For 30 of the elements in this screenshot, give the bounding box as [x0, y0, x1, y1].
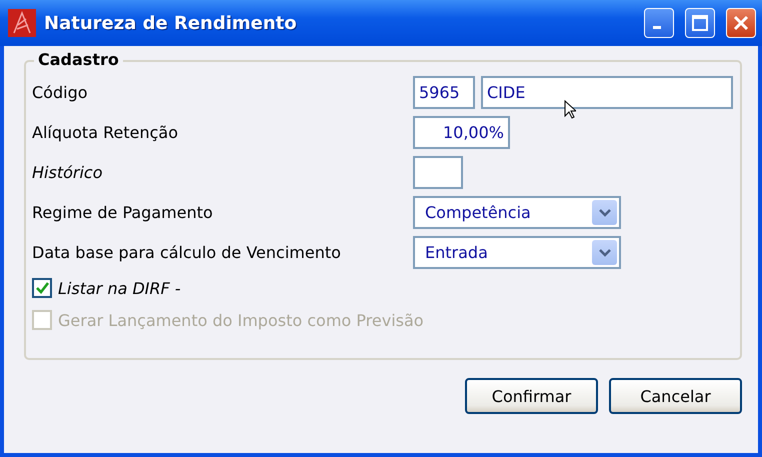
app-icon — [8, 9, 36, 37]
field-label: Histórico — [32, 163, 104, 182]
checkbox[interactable] — [32, 278, 52, 298]
mouse-cursor-icon — [564, 100, 576, 119]
history-field[interactable] — [413, 156, 463, 189]
close-icon — [733, 15, 749, 31]
rate-field[interactable]: 10,00% — [413, 116, 510, 149]
name-field[interactable]: CIDE — [481, 76, 733, 109]
field-label: Regime de Pagamento — [32, 203, 214, 222]
checkbox-label: Gerar Lançamento do Imposto como Previsão — [58, 310, 424, 330]
close-button[interactable] — [726, 8, 756, 38]
minimize-button[interactable] — [644, 8, 674, 38]
confirm-button[interactable]: Confirmar — [465, 378, 598, 414]
maximize-icon — [692, 15, 708, 31]
field-label: Data base para cálculo de Vencimento — [32, 243, 342, 262]
minimize-icon — [653, 26, 661, 29]
code-field[interactable]: 5965 — [413, 76, 475, 109]
dropdown-button[interactable] — [592, 240, 617, 265]
field-label: Código — [32, 83, 89, 102]
dropdown-button[interactable] — [592, 200, 617, 225]
chevron-down-icon — [598, 248, 610, 256]
field-label: Alíquota Retenção — [32, 123, 179, 142]
dropdown[interactable]: Competência — [413, 196, 621, 229]
maximize-button[interactable] — [685, 8, 715, 38]
window-title: Natureza de Rendimento — [44, 12, 298, 34]
dropdown[interactable]: Entrada — [413, 236, 621, 269]
check-icon — [36, 282, 48, 294]
chevron-down-icon — [598, 208, 610, 216]
checkbox-label: Listar na DIRF - — [58, 278, 181, 298]
cancel-button[interactable]: Cancelar — [609, 378, 742, 414]
